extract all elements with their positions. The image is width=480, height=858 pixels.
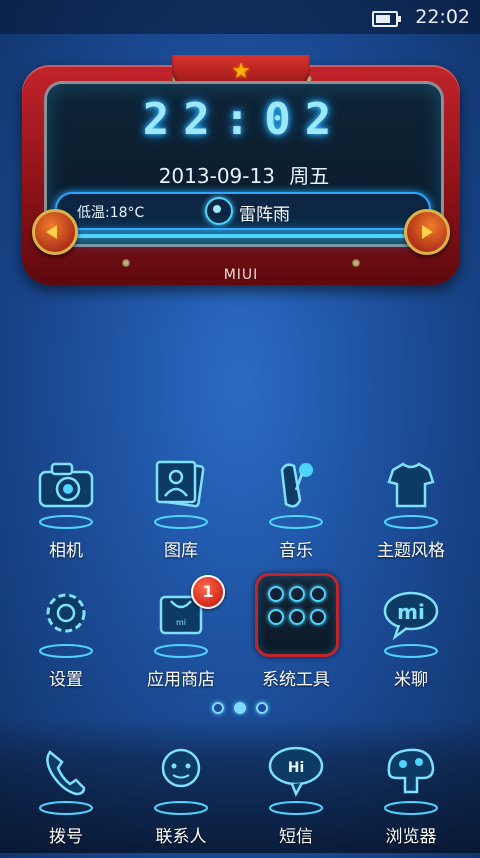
app-label: 相机 xyxy=(49,541,83,561)
app-label: 图库 xyxy=(164,541,198,561)
weather-condition: 雷阵雨 xyxy=(239,205,290,225)
music-icon xyxy=(256,452,336,532)
weekday-text: 周五 xyxy=(289,164,330,188)
next-arrow-button[interactable] xyxy=(404,209,450,255)
gallery-icon xyxy=(141,452,221,532)
widget-screen: 22:02 2013-09-13 周五 低温:18°C 雷阵雨 xyxy=(44,81,444,247)
date-line: 2013-09-13 周五 xyxy=(47,160,441,189)
app-label: 米聊 xyxy=(394,670,428,690)
app-label: 系统工具 xyxy=(262,670,330,690)
bolt-decoration xyxy=(352,259,360,267)
app-label: 设置 xyxy=(49,670,83,690)
mini-app-icon xyxy=(289,609,305,625)
app-label: 拨号 xyxy=(49,827,83,847)
app-label: 联系人 xyxy=(155,827,207,847)
dock-sms[interactable]: Hi 短信 xyxy=(240,738,352,858)
folder-system-tools[interactable]: 系统工具 xyxy=(240,573,352,693)
mini-app-icon xyxy=(310,609,326,625)
prev-arrow-button[interactable] xyxy=(32,209,78,255)
screen-glow-line xyxy=(67,234,421,238)
phone-icon xyxy=(26,738,106,818)
low-temp-text: 低温:18°C xyxy=(77,205,145,221)
dock-browser[interactable]: 浏览器 xyxy=(355,738,467,858)
clock-time[interactable]: 22:02 xyxy=(47,94,441,145)
page-dot[interactable] xyxy=(212,702,224,714)
camera-icon xyxy=(26,452,106,532)
date-text: 2013-09-13 xyxy=(158,164,275,188)
dock-contacts[interactable]: 联系人 xyxy=(125,738,237,858)
gear-icon xyxy=(26,581,106,661)
app-label: 浏览器 xyxy=(385,827,437,847)
theme-icon xyxy=(371,452,451,532)
app-store[interactable]: mi 1 应用商店 xyxy=(125,575,237,701)
app-camera[interactable]: 相机 xyxy=(10,452,122,572)
app-label: 应用商店 xyxy=(147,670,215,690)
notification-badge: 1 xyxy=(191,575,225,609)
svg-text:mi: mi xyxy=(397,600,425,624)
app-label: 主题风格 xyxy=(377,541,445,561)
weather-refresh-icon[interactable] xyxy=(205,197,233,225)
app-label: 音乐 xyxy=(279,541,313,561)
app-gallery[interactable]: 图库 xyxy=(125,452,237,572)
mini-app-icon xyxy=(268,586,284,602)
status-bar: 22:02 xyxy=(0,0,480,34)
dock-phone[interactable]: 拨号 xyxy=(10,738,122,858)
bolt-decoration xyxy=(122,259,130,267)
app-theme[interactable]: 主题风格 xyxy=(355,452,467,572)
page-dot-active[interactable] xyxy=(234,702,246,714)
mi-chat-icon: mi xyxy=(371,581,451,661)
sms-icon: Hi xyxy=(256,738,336,818)
svg-text:Hi: Hi xyxy=(288,760,305,776)
svg-text:mi: mi xyxy=(176,618,186,627)
app-label: 短信 xyxy=(279,827,313,847)
mini-app-icon xyxy=(268,609,284,625)
mini-app-icon xyxy=(310,586,326,602)
contacts-icon xyxy=(141,738,221,818)
page-dot[interactable] xyxy=(256,702,268,714)
app-music[interactable]: 音乐 xyxy=(240,452,352,572)
browser-icon xyxy=(371,738,451,818)
app-mi-chat[interactable]: mi 米聊 xyxy=(355,581,467,701)
mini-app-icon xyxy=(289,586,305,602)
app-settings[interactable]: 设置 xyxy=(10,581,122,701)
page-indicator xyxy=(0,700,480,714)
brand-label: MIUI xyxy=(223,267,259,283)
folder-icon xyxy=(255,573,339,657)
weather-bar[interactable]: 低温:18°C 雷阵雨 xyxy=(55,192,431,230)
clock-weather-widget[interactable]: ★ 22:02 2013-09-13 周五 低温:18°C 雷阵雨 MIUI xyxy=(22,55,460,295)
status-time: 22:02 xyxy=(415,6,470,28)
battery-icon xyxy=(372,11,401,27)
